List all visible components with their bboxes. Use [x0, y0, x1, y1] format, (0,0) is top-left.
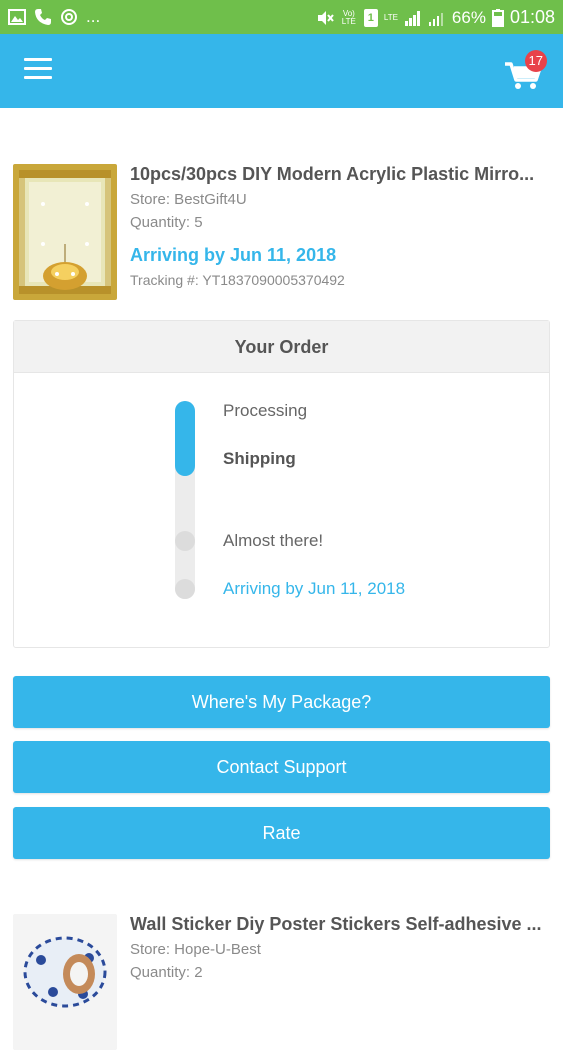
product-thumbnail[interactable] — [13, 164, 117, 300]
product-info: Wall Sticker Diy Poster Stickers Self-ad… — [130, 914, 550, 981]
clock: 01:08 — [509, 7, 555, 27]
order-item[interactable]: 10pcs/30pcs DIY Modern Acrylic Plastic M… — [13, 164, 550, 304]
battery-percent: 66% — [451, 7, 486, 27]
step-processing: Processing — [223, 401, 308, 420]
hamburger-icon-line — [24, 67, 52, 70]
store-name: Store: Hope-U-Best — [130, 941, 261, 958]
hamburger-icon-line — [24, 76, 52, 79]
product-info: 10pcs/30pcs DIY Modern Acrylic Plastic M… — [130, 164, 550, 288]
image-icon — [8, 9, 26, 25]
progress-fill — [175, 401, 195, 476]
status-left: ... — [8, 7, 100, 27]
store-name: Store: BestGift4U — [130, 191, 247, 208]
volte-indicator: Vo) LTE — [341, 8, 356, 26]
step-dot-arriving — [175, 579, 195, 599]
mute-icon — [317, 10, 334, 25]
quantity: Quantity: 5 — [130, 214, 203, 231]
cart-count-badge: 17 — [524, 50, 547, 72]
status-bar: ... Vo) LTE 1 LTE 66% 01:08 — [0, 0, 563, 34]
rate-button[interactable]: Rate — [13, 807, 550, 859]
app-notification-icon — [61, 9, 77, 25]
quantity: Quantity: 2 — [130, 964, 203, 981]
sim-indicator: 1 — [363, 8, 378, 27]
order-status-card: Your Order Processing Shipping Almost th… — [13, 320, 550, 648]
product-title[interactable]: Wall Sticker Diy Poster Stickers Self-ad… — [130, 914, 550, 935]
arrival-date: Arriving by Jun 11, 2018 — [130, 245, 337, 265]
signal-icon — [404, 10, 420, 26]
hamburger-icon-line — [24, 58, 52, 61]
battery-icon — [491, 8, 504, 27]
ceiling-mirror-image — [13, 164, 117, 300]
order-item[interactable]: Wall Sticker Diy Poster Stickers Self-ad… — [13, 914, 550, 1054]
status-right: Vo) LTE 1 LTE 66% 01:08 — [316, 7, 555, 28]
more-notifications: ... — [86, 7, 101, 26]
order-card-heading: Your Order — [14, 321, 549, 373]
contact-support-button[interactable]: Contact Support — [13, 741, 550, 793]
tracking-number: Tracking #: YT1837090005370492 — [130, 272, 345, 288]
step-arriving: Arriving by Jun 11, 2018 — [223, 579, 406, 598]
product-title[interactable]: 10pcs/30pcs DIY Modern Acrylic Plastic M… — [130, 164, 550, 185]
step-dot-almost-there — [175, 531, 195, 551]
menu-button[interactable] — [24, 58, 52, 82]
tape-roll-image — [13, 914, 117, 1050]
phone-icon — [35, 9, 51, 25]
signal-2-icon — [428, 12, 443, 26]
wheres-my-package-button[interactable]: Where's My Package? — [13, 676, 550, 728]
progress-track — [175, 401, 195, 599]
product-thumbnail[interactable] — [13, 914, 117, 1050]
cart-button[interactable]: 17 — [503, 50, 547, 94]
step-shipping: Shipping — [223, 449, 296, 468]
lte-indicator: LTE — [383, 12, 398, 22]
step-almost-there: Almost there! — [223, 531, 324, 550]
app-bar: 17 — [0, 34, 563, 108]
